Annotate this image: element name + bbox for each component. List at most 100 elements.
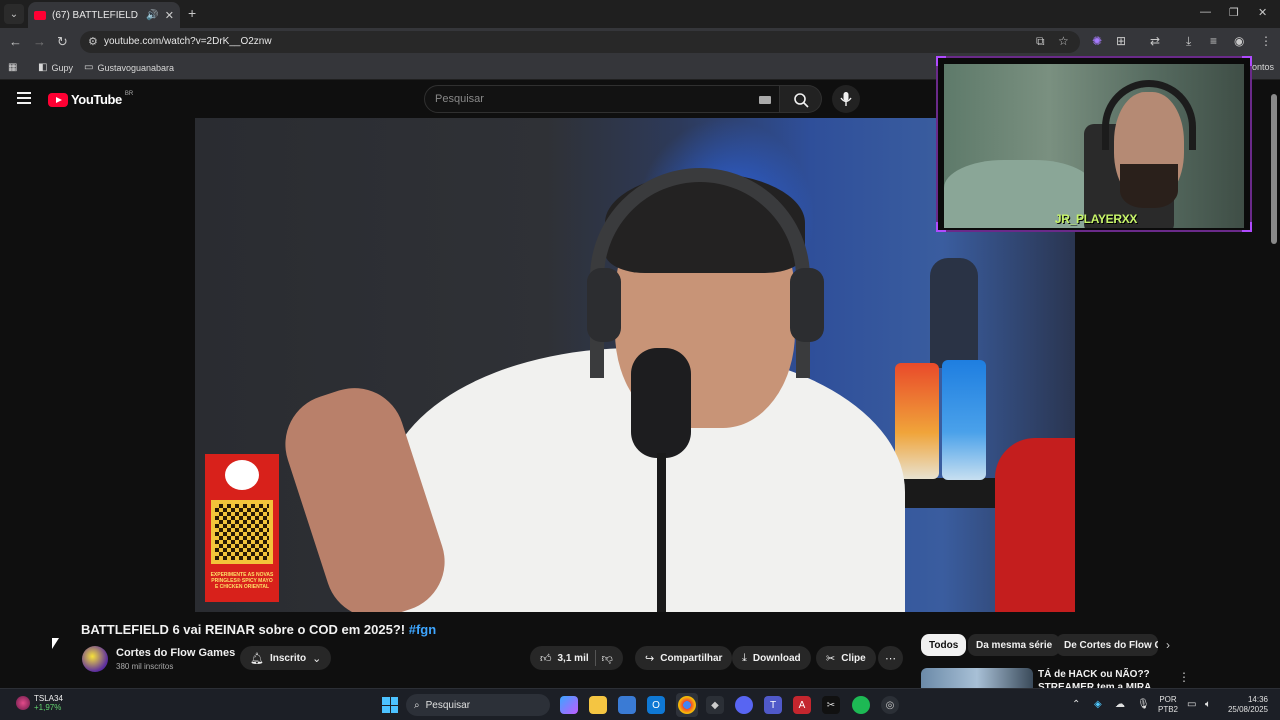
mic-stand [657, 453, 666, 612]
download-button[interactable]: ⤓ Download [732, 646, 811, 670]
keyboard-language[interactable]: POR PTB2 [1158, 695, 1178, 715]
tab-close-icon[interactable]: ✕ [165, 9, 174, 22]
scrollbar-thumb[interactable] [1271, 94, 1277, 244]
reading-list-icon[interactable]: ≡ [1210, 34, 1217, 48]
channel-avatar[interactable] [82, 646, 108, 672]
youtube-logo[interactable]: YouTube BR [48, 90, 134, 107]
download-arrow-icon: ⤓ [742, 651, 747, 664]
microphone-icon [840, 92, 852, 106]
webcam-overlay: JR_PLAYERXX [936, 56, 1252, 232]
bookmark-gupy[interactable]: ◧ Gupy [38, 62, 73, 73]
chip-todos[interactable]: Todos [921, 634, 967, 656]
teams-icon[interactable]: T [764, 696, 782, 714]
chip-channel[interactable]: De Cortes do Flow Games [1056, 634, 1158, 656]
browser-tab-youtube[interactable]: (67) BATTLEFIELD 6 vai REINAR sobre o CO… [28, 2, 180, 28]
windows-start-icon[interactable] [382, 697, 398, 713]
onedrive-icon[interactable]: ☁ [1115, 699, 1125, 710]
tray-mic-icon[interactable]: 🎙︎ [1137, 699, 1150, 710]
stock-icon [16, 696, 30, 710]
tab-audio-icon[interactable]: 🔊 [146, 10, 158, 21]
keyboard-icon[interactable] [759, 96, 771, 104]
capcut-icon[interactable]: ✂ [822, 696, 840, 714]
cast-icon[interactable]: ⧉ [1036, 34, 1045, 49]
address-bar[interactable]: ⚙ youtube.com/watch?v=2DrK__O2znw [80, 31, 1080, 53]
channel-name[interactable]: Cortes do Flow Games [116, 647, 235, 659]
search-icon [794, 93, 809, 108]
chip-same-series[interactable]: Da mesma série [968, 634, 1061, 656]
youtube-play-icon [48, 92, 68, 107]
extension-gear-icon[interactable]: ✺ [1092, 34, 1102, 48]
search-button[interactable] [780, 85, 822, 113]
outlook-icon[interactable]: O [647, 696, 665, 714]
reload-icon[interactable]: ↻ [57, 34, 68, 50]
system-clock[interactable]: 14:36 25/08/2025 [1226, 695, 1268, 715]
taskbar-search[interactable]: ⌕ Pesquisar [406, 694, 550, 716]
country-code: BR [124, 90, 134, 97]
stock-change: +1,97% [34, 703, 62, 712]
adobe-icon[interactable]: A [793, 696, 811, 714]
pringles-logo-icon [225, 460, 259, 490]
subscribe-label: Inscrito [269, 652, 307, 664]
hamburger-menu-icon[interactable] [17, 92, 31, 104]
recommendation-thumbnail[interactable] [921, 668, 1033, 688]
page-scrollbar[interactable] [1270, 84, 1278, 614]
apps-grid-icon[interactable]: ▦ [8, 62, 17, 73]
chevron-right-icon[interactable]: › [1166, 638, 1170, 652]
browser-tab-strip: ⌄ (67) BATTLEFIELD 6 vai REINAR sobre o … [0, 0, 1280, 28]
guest-red-shirt [995, 438, 1075, 612]
forward-arrow-icon[interactable]: → [33, 34, 46, 49]
tab-search-button[interactable]: ⌄ [4, 4, 24, 24]
clip-button[interactable]: ✂ Clipe [816, 646, 876, 670]
like-count[interactable]: 3,1 mil [558, 653, 589, 664]
more-actions-button[interactable]: ⋯ [878, 646, 903, 670]
window-close-icon[interactable]: ✕ [1258, 6, 1267, 19]
streamer-headphones-icon [1102, 80, 1196, 150]
file-explorer-icon[interactable] [589, 696, 607, 714]
discord-icon[interactable] [735, 696, 753, 714]
obs-icon[interactable]: ◎ [881, 696, 899, 714]
clock-date: 25/08/2025 [1227, 705, 1268, 714]
headset-icon [590, 168, 810, 378]
qr-code [211, 500, 273, 564]
voice-search-button[interactable] [832, 85, 860, 113]
dislike-icon[interactable]: 👎︎ [602, 652, 613, 665]
site-info-icon[interactable]: ⚙ [88, 35, 98, 48]
share-button[interactable]: ↪ Compartilhar [635, 646, 733, 670]
tab-title: (67) BATTLEFIELD 6 vai REINAR sobre o CO… [52, 9, 140, 21]
pringles-qr-ad: EXPERIMENTE AS NOVAS PRINGLES® SPICY MAY… [205, 454, 279, 602]
chrome-icon[interactable] [678, 696, 696, 714]
volume-icon[interactable]: 🔈︎ [1205, 699, 1211, 710]
search-input[interactable]: Pesquisar [424, 85, 780, 113]
subscriber-count: 380 mil inscritos [116, 662, 174, 671]
recommendation-menu-icon[interactable]: ⋮ [1178, 670, 1190, 684]
tray-chevron-up-icon[interactable]: ⌃ [1072, 699, 1080, 710]
extensions-puzzle-icon[interactable]: ⊞ [1116, 34, 1126, 48]
pringles-can-blue [942, 360, 986, 480]
network-icon[interactable]: ▭ [1187, 699, 1196, 710]
minimize-icon[interactable]: — [1200, 6, 1211, 18]
bookmark-gustavoguanabara[interactable]: ▭ Gustavoguanabara [84, 62, 174, 73]
new-tab-button[interactable]: + [188, 5, 196, 21]
spotify-icon[interactable] [852, 696, 870, 714]
browser-menu-icon[interactable]: ⋮ [1260, 34, 1272, 48]
subscribed-button[interactable]: 🔔︎ Inscrito ⌄ [240, 646, 332, 670]
download-icon[interactable]: ⤓ [1186, 34, 1191, 49]
profile-avatar-icon[interactable]: ◉ [1234, 34, 1244, 48]
copilot-icon[interactable] [560, 696, 578, 714]
translate-icon[interactable]: ⇄ [1150, 34, 1160, 48]
browser-toolbar: ← → ↻ ⚙ youtube.com/watch?v=2DrK__O2znw … [0, 28, 1280, 56]
stock-widget[interactable]: TSLA34 +1,97% [16, 694, 63, 712]
video-title: BATTLEFIELD 6 vai REINAR sobre o COD em … [81, 622, 436, 637]
bookmark-star-icon[interactable]: ☆ [1058, 34, 1069, 48]
video-hashtag-link[interactable]: #fgn [409, 622, 436, 637]
video-title-text: BATTLEFIELD 6 vai REINAR sobre o COD em … [81, 622, 406, 637]
back-arrow-icon[interactable]: ← [9, 34, 22, 49]
all-bookmarks-link[interactable]: ontos [1252, 62, 1274, 72]
tray-app-icon[interactable]: ◈ [1094, 699, 1102, 710]
restore-icon[interactable]: ❐ [1229, 6, 1239, 19]
unity-icon[interactable]: ◆ [706, 696, 724, 714]
microsoft-store-icon[interactable] [618, 696, 636, 714]
streamer-name: JR_PLAYERXX [1054, 212, 1138, 226]
recommendation-title[interactable]: TÁ de HACK ou NÃO?? STREAMER tem a MIRA [1038, 668, 1168, 688]
like-icon[interactable]: 👍︎ [540, 652, 552, 665]
